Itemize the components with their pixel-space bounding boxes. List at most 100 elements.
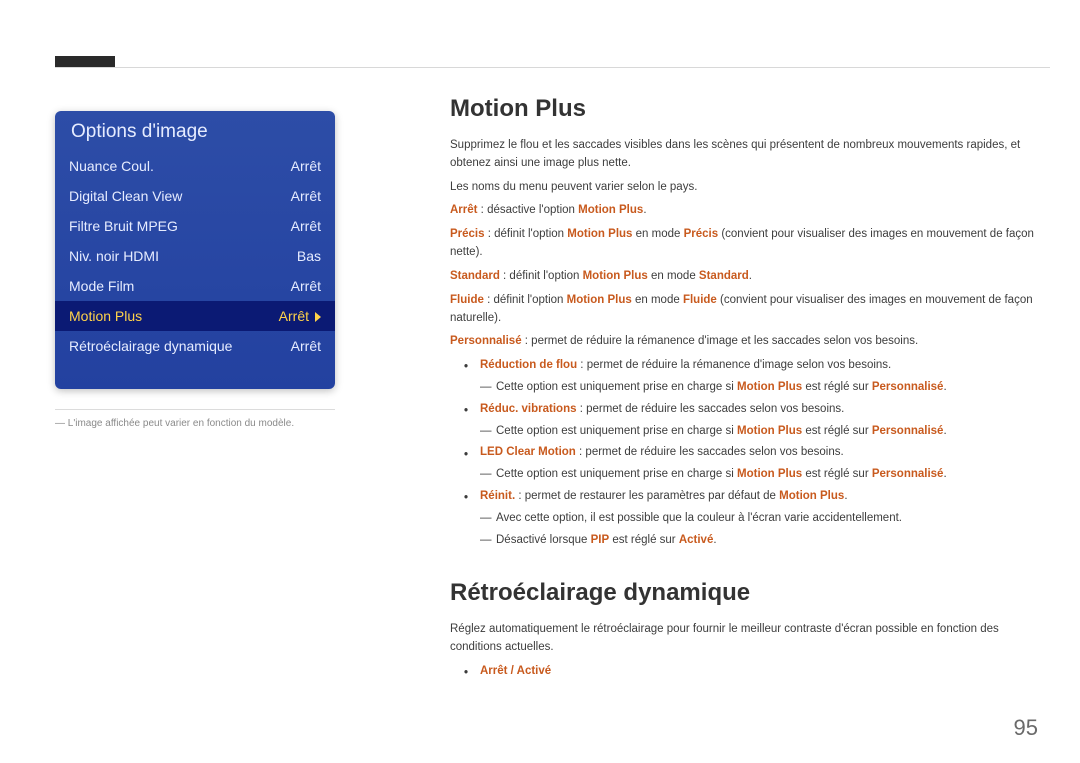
text: . [749, 270, 752, 282]
term-precis: Précis [684, 228, 719, 240]
menu-row[interactable]: Rétroéclairage dynamiqueArrêt [55, 331, 335, 361]
menu-row[interactable]: Niv. noir HDMIBas [55, 241, 335, 271]
menu-item-label: Digital Clean View [69, 188, 182, 204]
text: Avec cette option, il est possible que l… [496, 512, 902, 524]
text: . [844, 490, 847, 502]
text: : définit l'option [485, 228, 568, 240]
label-reinit: Réinit. [480, 490, 515, 502]
label-retro-options: Arrêt / Activé [480, 665, 551, 677]
text: est réglé sur [609, 534, 679, 546]
label-arret: Arrêt [450, 204, 477, 216]
menu-title: Options d'image [55, 111, 335, 151]
term-motion-plus: Motion Plus [737, 468, 802, 480]
retro-heading: Rétroéclairage dynamique [450, 579, 1040, 607]
mp-intro: Supprimez le flou et les saccades visibl… [450, 137, 1040, 173]
bullet-retro-options: • Arrêt / Activé [450, 663, 1040, 681]
label-precis: Précis [450, 228, 485, 240]
term-motion-plus: Motion Plus [567, 294, 632, 306]
text: Cette option est uniquement prise en cha… [496, 425, 737, 437]
menu-item-label: Mode Film [69, 278, 134, 294]
menu-row[interactable]: Mode Film Arrêt [55, 271, 335, 301]
term-motion-plus: Motion Plus [779, 490, 844, 502]
bullet-led-clear-motion: • LED Clear Motion : permet de réduire l… [450, 444, 1040, 462]
text: : permet de restaurer les paramètres par… [515, 490, 779, 502]
menu-item-value: Arrêt [291, 278, 321, 294]
retro-bullets: • Arrêt / Activé [450, 663, 1040, 681]
label-reduc-vibrations: Réduc. vibrations [480, 403, 577, 415]
text: : définit l'option [484, 294, 567, 306]
term-motion-plus: Motion Plus [583, 270, 648, 282]
mp-note-names: Les noms du menu peuvent varier selon le… [450, 179, 1040, 197]
bullet-reinit: • Réinit. : permet de restaurer les para… [450, 488, 1040, 506]
bullet-dot-icon: • [464, 490, 468, 508]
menu-row[interactable]: Digital Clean ViewArrêt [55, 181, 335, 211]
options-image-panel: Options d'image Nuance Coul.ArrêtDigital… [55, 111, 335, 389]
text: : permet de réduire la rémanence d'image… [522, 335, 919, 347]
sub-reinit-b: ― Désactivé lorsque PIP est réglé sur Ac… [450, 532, 1040, 550]
term-motion-plus: Motion Plus [578, 204, 643, 216]
term-motion-plus: Motion Plus [737, 381, 802, 393]
motion-plus-heading: Motion Plus [450, 95, 1040, 123]
label-fluide: Fluide [450, 294, 484, 306]
mp-bullets: • Réduction de flou : permet de réduire … [450, 357, 1040, 549]
dash-icon: ― [480, 532, 492, 550]
text: Cette option est uniquement prise en cha… [496, 468, 737, 480]
mp-precis-line: Précis : définit l'option Motion Plus en… [450, 226, 1040, 262]
text: : permet de réduire les saccades selon v… [577, 403, 845, 415]
bullet-dot-icon: • [464, 359, 468, 377]
dash-icon: ― [480, 466, 492, 484]
label-reduc-flou: Réduction de flou [480, 359, 577, 371]
sub-reinit-a: ― Avec cette option, il est possible que… [450, 510, 1040, 528]
text: en mode [632, 228, 683, 240]
bullet-dot-icon: • [464, 447, 468, 465]
text: . [713, 534, 716, 546]
term-standard: Standard [699, 270, 749, 282]
menu-row[interactable]: Filtre Bruit MPEG Arrêt [55, 211, 335, 241]
label-led-clear-motion: LED Clear Motion [480, 446, 576, 458]
header-rule [55, 67, 1050, 68]
text: . [943, 468, 946, 480]
term-personnalise: Personnalisé [872, 468, 944, 480]
sub-reduc-flou: ― Cette option est uniquement prise en c… [450, 379, 1040, 397]
menu-item-label: Nuance Coul. [69, 158, 154, 174]
page-number: 95 [1014, 715, 1038, 741]
menu-row[interactable]: Motion PlusArrêt [55, 301, 335, 331]
text: est réglé sur [802, 468, 872, 480]
term-pip: PIP [591, 534, 610, 546]
panel-rule [55, 409, 335, 410]
mp-fluide-line: Fluide : définit l'option Motion Plus en… [450, 292, 1040, 328]
text: est réglé sur [802, 381, 872, 393]
label-standard: Standard [450, 270, 500, 282]
text: . [643, 204, 646, 216]
dash-icon: ― [480, 423, 492, 441]
page-content: Options d'image Nuance Coul.ArrêtDigital… [55, 95, 1040, 733]
bullet-dot-icon: • [464, 403, 468, 421]
dash-icon: ― [480, 510, 492, 528]
menu-item-value: Arrêt [279, 308, 321, 324]
bullet-reduc-flou: • Réduction de flou : permet de réduire … [450, 357, 1040, 375]
panel-caption: L'image affichée peut varier en fonction… [55, 418, 335, 429]
text: en mode [648, 270, 699, 282]
term-fluide: Fluide [683, 294, 717, 306]
options-image-panel-container: Options d'image Nuance Coul.ArrêtDigital… [55, 111, 335, 429]
text: : permet de réduire les saccades selon v… [576, 446, 844, 458]
menu-item-label: Filtre Bruit MPEG [69, 218, 178, 234]
mp-standard-line: Standard : définit l'option Motion Plus … [450, 268, 1040, 286]
term-personnalise: Personnalisé [872, 425, 944, 437]
text: : désactive l'option [477, 204, 578, 216]
retro-body: Réglez automatiquement le rétroéclairage… [450, 621, 1040, 657]
term-personnalise: Personnalisé [872, 381, 944, 393]
text: . [943, 425, 946, 437]
mp-personnalise-line: Personnalisé : permet de réduire la réma… [450, 333, 1040, 351]
text: : définit l'option [500, 270, 583, 282]
menu-row[interactable]: Nuance Coul.Arrêt [55, 151, 335, 181]
main-content: Motion Plus Supprimez le flou et les sac… [450, 95, 1040, 681]
menu-item-value: Bas [297, 248, 321, 264]
menu-item-value: Arrêt [291, 218, 321, 234]
term-motion-plus: Motion Plus [737, 425, 802, 437]
bullet-reduc-vibrations: • Réduc. vibrations : permet de réduire … [450, 401, 1040, 419]
sub-led-clear-motion: ― Cette option est uniquement prise en c… [450, 466, 1040, 484]
sub-reduc-vibrations: ― Cette option est uniquement prise en c… [450, 423, 1040, 441]
label-personnalise: Personnalisé [450, 335, 522, 347]
text: est réglé sur [802, 425, 872, 437]
